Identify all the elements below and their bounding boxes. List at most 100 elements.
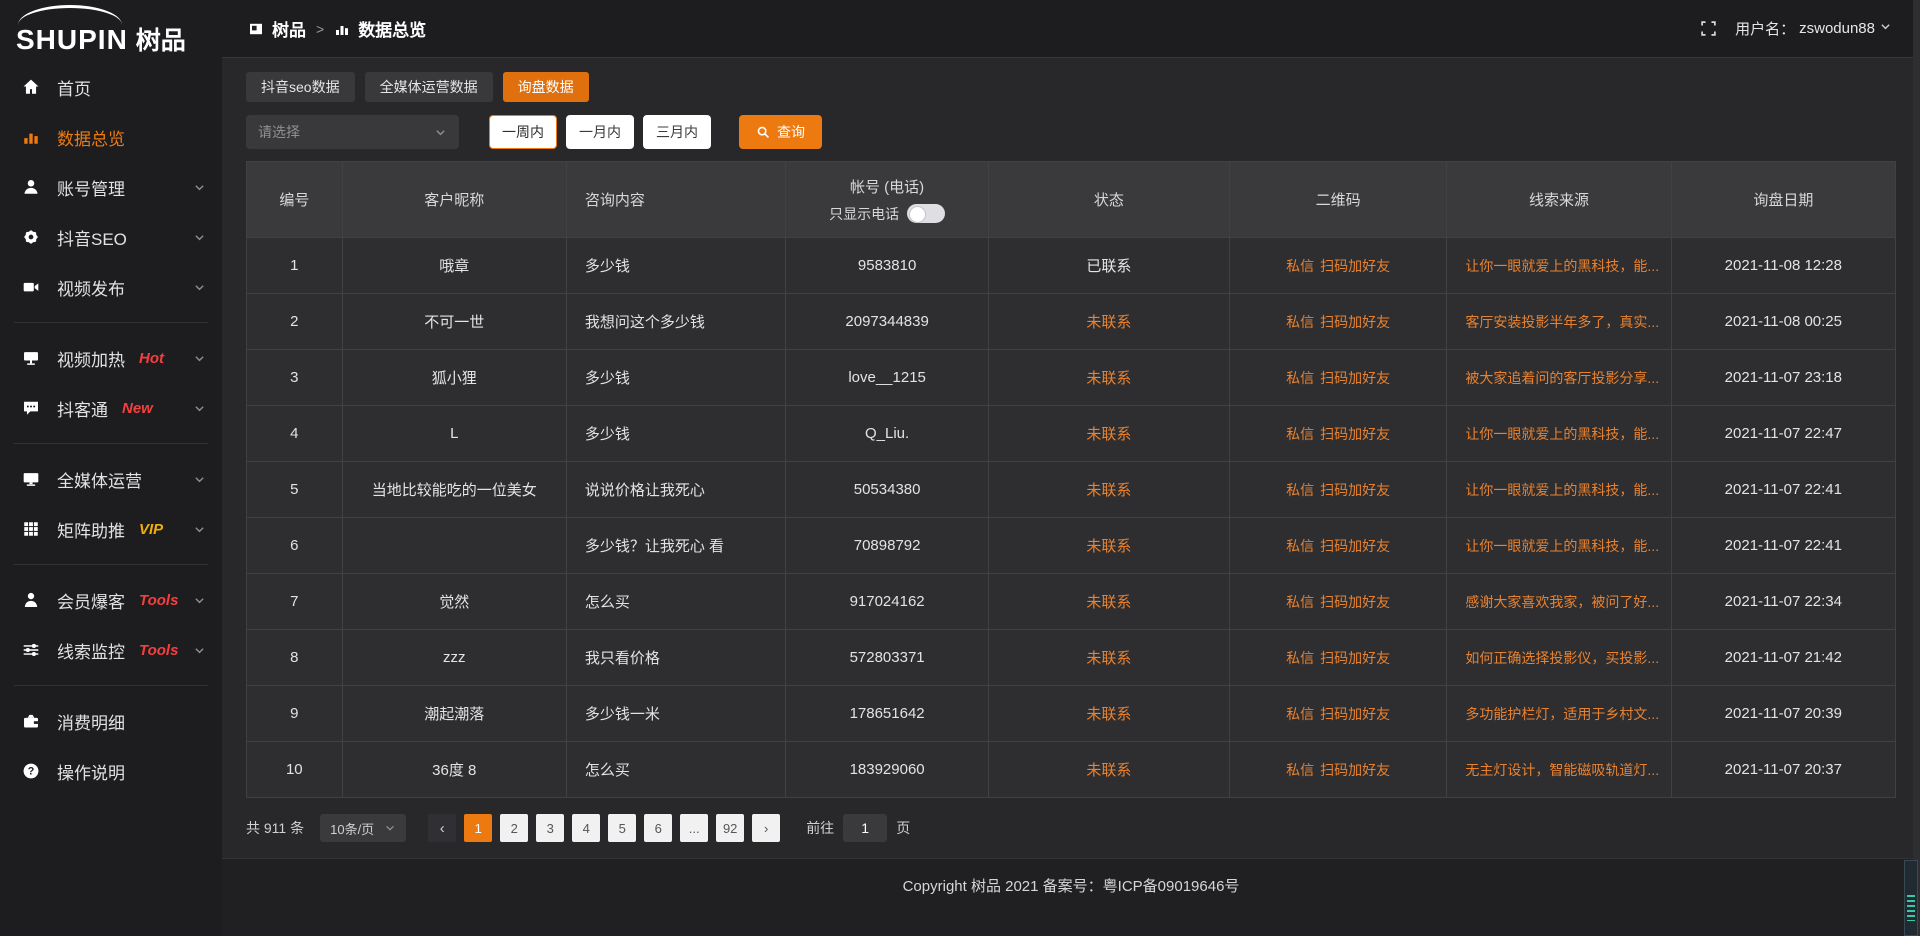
video-icon: [22, 278, 42, 296]
cell-date: 2021-11-07 22:41: [1671, 462, 1895, 518]
source-link[interactable]: 让你一眼就爱上的黑科技，能...: [1465, 426, 1659, 442]
range-month-button[interactable]: 一月内: [566, 115, 634, 149]
table-row: 4 L 多少钱 Q_Liu. 未联系 私信 扫码加好友 让你一眼就爱上的黑科技，…: [247, 406, 1896, 462]
page-button-6[interactable]: 6: [644, 814, 672, 842]
source-link[interactable]: 如何正确选择投影仪，买投影...: [1465, 650, 1659, 666]
source-link[interactable]: 让你一眼就爱上的黑科技，能...: [1465, 482, 1659, 498]
status-badge: 未联系: [989, 518, 1230, 574]
cell-qrcode: 私信 扫码加好友: [1229, 350, 1447, 406]
sidebar: SHUPIN 树品 首页数据总览账号管理抖音SEO视频发布视频加热Hot抖客通N…: [0, 0, 222, 936]
scan-add-friend-link[interactable]: 扫码加好友: [1320, 704, 1390, 724]
page-size-select[interactable]: 10条/页: [320, 814, 406, 842]
range-week-button[interactable]: 一周内: [489, 115, 557, 149]
gear-icon: [22, 228, 42, 246]
tab-douyin-seo-data[interactable]: 抖音seo数据: [246, 72, 355, 102]
source-link[interactable]: 被大家追着问的客厅投影分享...: [1465, 370, 1659, 386]
sidebar-item-operation-guide[interactable]: ?操作说明: [0, 746, 222, 796]
sidebar-item-matrix-boost[interactable]: 矩阵助推VIP: [0, 504, 222, 554]
private-message-link[interactable]: 私信: [1286, 592, 1314, 612]
scan-add-friend-link[interactable]: 扫码加好友: [1320, 536, 1390, 556]
private-message-link[interactable]: 私信: [1286, 648, 1314, 668]
page-ellipsis[interactable]: ...: [680, 814, 708, 842]
page-button-4[interactable]: 4: [572, 814, 600, 842]
goto-page-input[interactable]: [843, 814, 887, 842]
next-page-button[interactable]: ›: [752, 814, 780, 842]
user-menu[interactable]: 用户名： zswodun88: [1735, 18, 1892, 39]
scan-add-friend-link[interactable]: 扫码加好友: [1320, 592, 1390, 612]
status-badge: 已联系: [989, 238, 1230, 294]
sidebar-item-account-management[interactable]: 账号管理: [0, 162, 222, 212]
sidebar-item-clue-monitor[interactable]: 线索监控Tools: [0, 625, 222, 675]
table-row: 9 潮起潮落 多少钱一米 178651642 未联系 私信 扫码加好友 多功能护…: [247, 686, 1896, 742]
sidebar-nav: 首页数据总览账号管理抖音SEO视频发布视频加热Hot抖客通New全媒体运营矩阵助…: [0, 60, 222, 796]
scan-add-friend-link[interactable]: 扫码加好友: [1320, 368, 1390, 388]
private-message-link[interactable]: 私信: [1286, 368, 1314, 388]
prev-page-button[interactable]: ‹: [428, 814, 456, 842]
page-button-5[interactable]: 5: [608, 814, 636, 842]
chat-icon: [22, 399, 42, 417]
status-badge: 未联系: [989, 406, 1230, 462]
cell-account: 183929060: [786, 742, 989, 798]
page-button-3[interactable]: 3: [536, 814, 564, 842]
sidebar-item-member-burst[interactable]: 会员爆客Tools: [0, 575, 222, 625]
scan-add-friend-link[interactable]: 扫码加好友: [1320, 312, 1390, 332]
breadcrumb-item-current[interactable]: 数据总览: [358, 16, 426, 41]
sidebar-item-data-overview[interactable]: 数据总览: [0, 112, 222, 162]
private-message-link[interactable]: 私信: [1286, 312, 1314, 332]
private-message-link[interactable]: 私信: [1286, 536, 1314, 556]
phone-only-toggle[interactable]: [907, 204, 945, 223]
private-message-link[interactable]: 私信: [1286, 424, 1314, 444]
app-logo[interactable]: SHUPIN 树品: [0, 0, 222, 60]
private-message-link[interactable]: 私信: [1286, 760, 1314, 780]
col-header-nickname: 客户昵称: [342, 162, 566, 238]
cell-nickname: 觉然: [342, 574, 566, 630]
private-message-link[interactable]: 私信: [1286, 480, 1314, 500]
account-select[interactable]: 请选择: [246, 115, 459, 149]
sidebar-item-consume-detail[interactable]: 消费明细: [0, 696, 222, 746]
sidebar-item-label: 矩阵助推: [57, 517, 125, 542]
sidebar-item-all-media[interactable]: 全媒体运营: [0, 454, 222, 504]
cell-qrcode: 私信 扫码加好友: [1229, 406, 1447, 462]
range-quarter-button[interactable]: 三月内: [643, 115, 711, 149]
scan-add-friend-link[interactable]: 扫码加好友: [1320, 760, 1390, 780]
sidebar-item-doukeitong[interactable]: 抖客通New: [0, 383, 222, 433]
scan-add-friend-link[interactable]: 扫码加好友: [1320, 480, 1390, 500]
breadcrumb-item-home[interactable]: 树品: [272, 16, 306, 41]
page-button-92[interactable]: 92: [716, 814, 744, 842]
private-message-link[interactable]: 私信: [1286, 704, 1314, 724]
page-buttons: ‹ 123456... 92 ›: [428, 814, 780, 842]
cell-account: 9583810: [786, 238, 989, 294]
copyright-text: Copyright 树品 2021 备案号：粤ICP备09019646号: [903, 875, 1240, 936]
sidebar-item-label: 数据总览: [57, 125, 125, 150]
source-link[interactable]: 让你一眼就爱上的黑科技，能...: [1465, 538, 1659, 554]
source-link[interactable]: 感谢大家喜欢我家，被问了好...: [1465, 594, 1659, 610]
sidebar-item-video-publish[interactable]: 视频发布: [0, 262, 222, 312]
scan-add-friend-link[interactable]: 扫码加好友: [1320, 256, 1390, 276]
source-link[interactable]: 多功能护栏灯，适用于乡村文...: [1465, 706, 1659, 722]
side-widget[interactable]: [1904, 860, 1918, 936]
sidebar-item-douyin-seo[interactable]: 抖音SEO: [0, 212, 222, 262]
tab-all-media-data[interactable]: 全媒体运营数据: [365, 72, 493, 102]
source-link[interactable]: 无主灯设计，智能磁吸轨道灯...: [1465, 762, 1659, 778]
sidebar-item-home[interactable]: 首页: [0, 62, 222, 112]
cell-id: 7: [247, 574, 343, 630]
cell-source: 让你一眼就爱上的黑科技，能...: [1447, 406, 1671, 462]
private-message-link[interactable]: 私信: [1286, 256, 1314, 276]
source-link[interactable]: 让你一眼就爱上的黑科技，能...: [1465, 258, 1659, 274]
tab-inquiry-data[interactable]: 询盘数据: [503, 72, 589, 102]
status-badge: 未联系: [989, 742, 1230, 798]
scrollbar[interactable]: [1913, 0, 1920, 936]
page-button-1[interactable]: 1: [464, 814, 492, 842]
query-button[interactable]: 查询: [739, 115, 822, 149]
scan-add-friend-link[interactable]: 扫码加好友: [1320, 424, 1390, 444]
page-button-2[interactable]: 2: [500, 814, 528, 842]
sidebar-divider: [14, 322, 208, 323]
cell-date: 2021-11-07 21:42: [1671, 630, 1895, 686]
fullscreen-icon[interactable]: [1700, 20, 1717, 37]
data-tabs: 抖音seo数据 全媒体运营数据 询盘数据: [246, 72, 1896, 102]
source-link[interactable]: 客厅安装投影半年多了，真实...: [1465, 314, 1659, 330]
app-window: SHUPIN 树品 首页数据总览账号管理抖音SEO视频发布视频加热Hot抖客通N…: [0, 0, 1920, 936]
scan-add-friend-link[interactable]: 扫码加好友: [1320, 648, 1390, 668]
select-placeholder: 请选择: [258, 122, 300, 142]
sidebar-item-video-heat[interactable]: 视频加热Hot: [0, 333, 222, 383]
